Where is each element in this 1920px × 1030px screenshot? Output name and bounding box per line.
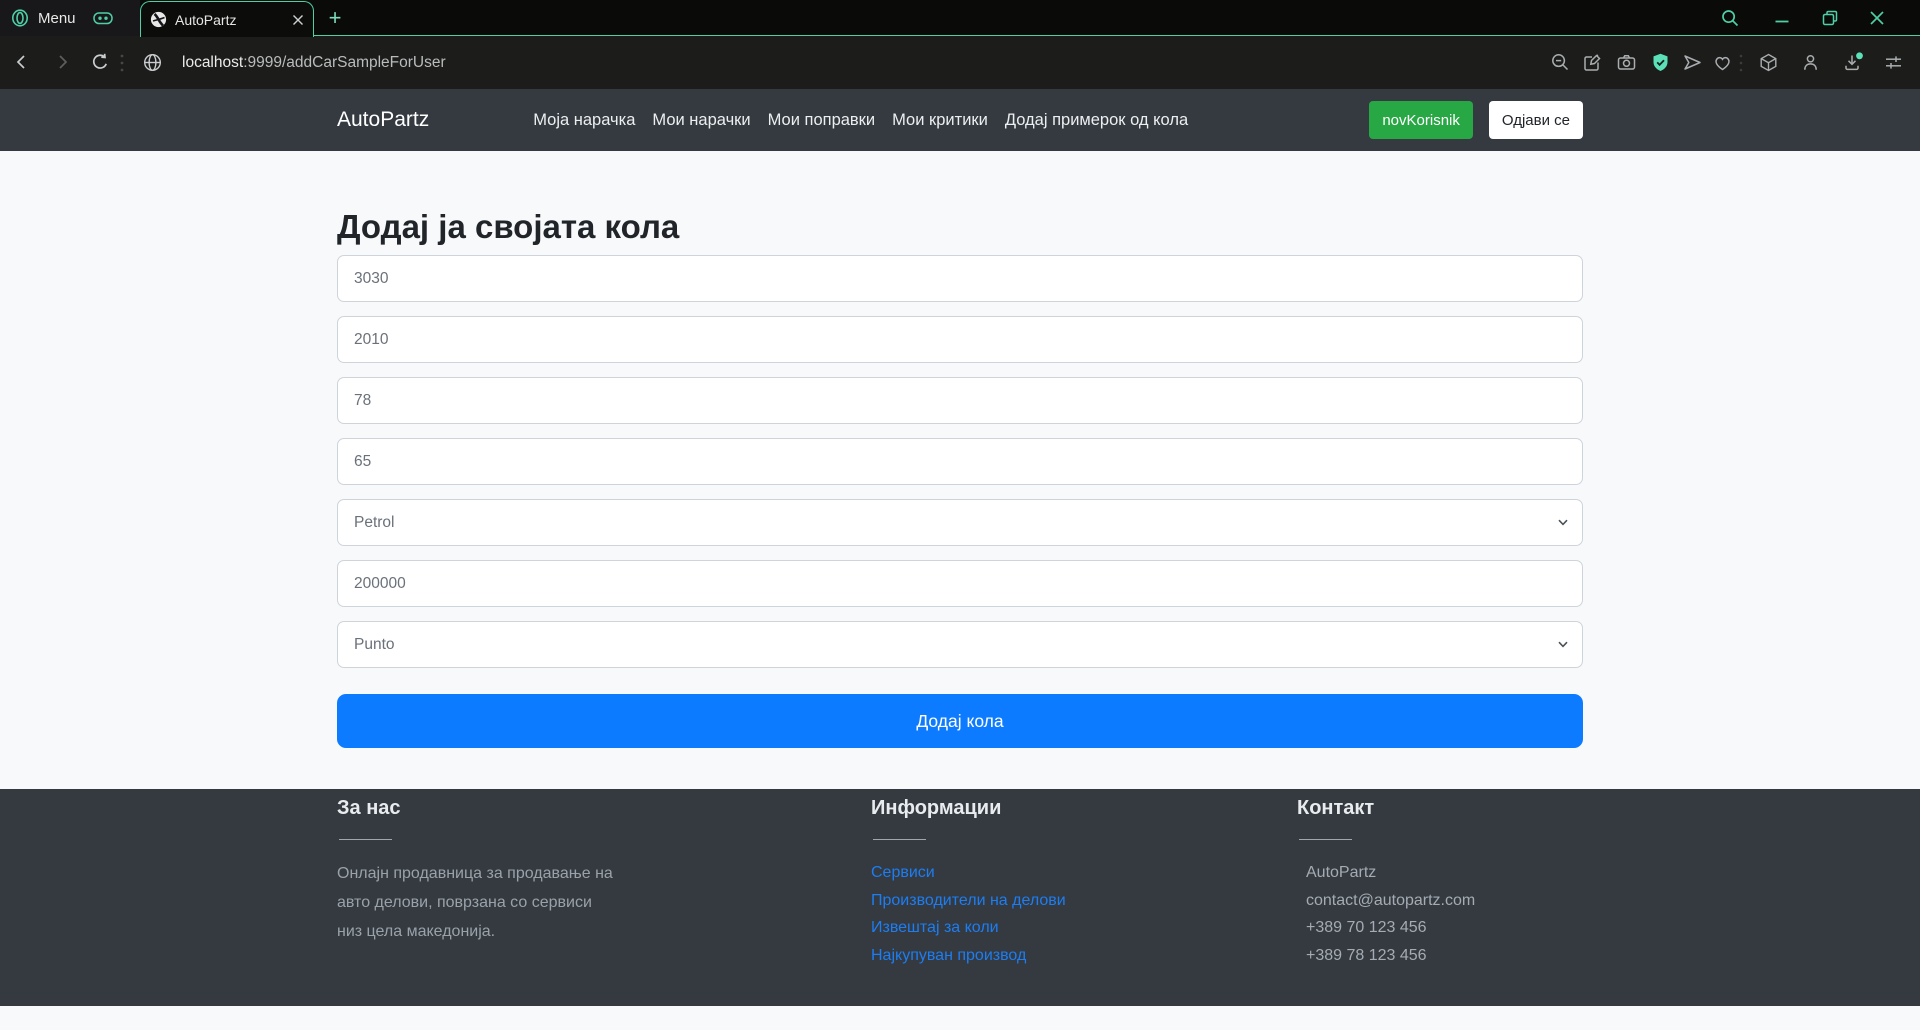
form-input-2[interactable] [337,316,1583,363]
footer-divider [339,839,392,840]
form-input-1[interactable] [337,255,1583,302]
window-close-icon[interactable] [1867,8,1887,28]
footer-info-links: Сервиси Производители на делови Извештај… [871,859,1086,969]
model-select[interactable]: Punto [337,621,1583,668]
page-title: Додај ја својата кола [337,208,1583,246]
window-search-icon[interactable] [1720,8,1740,28]
browser-menu-panel: Menu [0,0,140,36]
forward-icon[interactable] [52,52,72,72]
shield-check-icon[interactable] [1650,52,1671,73]
nav-link-dodaj-primerok[interactable]: Додај примерок од кола [1005,111,1188,130]
footer-link-najkupuvan[interactable]: Најкупуван производ [871,942,1086,970]
window-minimize-icon[interactable] [1772,8,1792,28]
footer-contact-column: Контакт AutoPartz contact@autopartz.com … [1297,797,1557,969]
tab-title: AutoPartz [175,12,292,28]
logout-button[interactable]: Одјави се [1489,101,1583,139]
add-car-form: Petrol Punto Додај кола [337,255,1583,748]
user-button[interactable]: novKorisnik [1369,101,1473,139]
bookmark-heart-icon[interactable] [1712,52,1733,73]
site-globe-icon[interactable] [142,52,163,73]
browser-menu-button[interactable]: Menu [10,8,76,28]
back-icon[interactable] [12,52,32,72]
nav-links: Моја нарачка Мои нарачки Мои поправки Мо… [533,111,1188,130]
footer-contact-email: contact@autopartz.com [1306,887,1557,915]
footer-contact-phone-1: +389 70 123 456 [1306,914,1557,942]
browser-address-bar: localhost:9999/addCarSampleForUser [0,36,1920,89]
nav-link-moi-popravki[interactable]: Мои поправки [768,111,876,130]
browser-tab-strip: Menu AutoPartz + [0,0,1920,36]
footer-link-servisi[interactable]: Сервиси [871,859,1086,887]
footer-about-column: За нас Онлајн продавница за продавање на… [337,797,637,946]
new-tab-button[interactable]: + [320,0,350,36]
browser-tab-autopartz[interactable]: AutoPartz [140,1,314,37]
extensions-cube-icon[interactable] [1758,52,1779,73]
footer-link-proizvoditeli[interactable]: Производители на делови [871,887,1086,915]
footer-contact-lines: AutoPartz contact@autopartz.com +389 70 … [1297,859,1557,969]
nav-link-moja-naracka[interactable]: Моја нарачка [533,111,635,130]
gx-gamepad-icon[interactable] [92,8,114,28]
nav-buttons: novKorisnik Одјави се [1369,101,1583,139]
easy-setup-sliders-icon[interactable] [1883,52,1904,73]
profile-icon[interactable] [1800,52,1821,73]
separator-dots-icon [1739,54,1743,72]
separator-dots-icon [120,54,124,72]
url-host: localhost [182,54,243,71]
fuel-select[interactable]: Petrol [337,499,1583,546]
footer-about-text: Онлајн продавница за продавање на авто д… [337,859,617,946]
footer-contact-name: AutoPartz [1306,859,1557,887]
form-input-4[interactable] [337,438,1583,485]
brand-link[interactable]: AutoPartz [337,108,429,132]
form-input-3[interactable] [337,377,1583,424]
footer-link-izvestaj[interactable]: Извештај за коли [871,914,1086,942]
zoom-out-icon[interactable] [1550,52,1571,73]
tab-favicon-globe-icon [150,11,167,28]
tab-close-icon[interactable] [292,14,304,26]
browser-menu-label: Menu [38,10,76,27]
form-input-5[interactable] [337,560,1583,607]
footer-info-title: Информации [871,797,1086,820]
reload-icon[interactable] [90,52,110,72]
window-maximize-icon[interactable] [1820,8,1840,28]
footer-divider [873,839,926,840]
footer-info-column: Информации Сервиси Производители на дело… [871,797,1086,969]
nav-link-moi-naracki[interactable]: Мои нарачки [652,111,750,130]
site-footer: За нас Онлајн продавница за продавање на… [0,789,1920,1006]
footer-about-title: За нас [337,797,637,820]
site-navbar: AutoPartz Моја нарачка Мои нарачки Мои п… [0,89,1920,151]
downloads-icon[interactable] [1842,52,1864,73]
snapshot-camera-icon[interactable] [1616,52,1637,73]
nav-link-moi-kritiki[interactable]: Мои критики [892,111,988,130]
main-content: Додај ја својата кола Petrol Punto [0,151,1920,789]
url-path: :9999/addCarSampleForUser [243,54,445,71]
footer-contact-phone-2: +389 78 123 456 [1306,942,1557,970]
footer-contact-title: Контакт [1297,797,1557,820]
footer-divider [1299,839,1352,840]
add-car-submit-button[interactable]: Додај кола [337,694,1583,748]
opera-logo-icon [10,8,30,28]
my-flow-icon[interactable] [1682,52,1703,73]
url-field[interactable]: localhost:9999/addCarSampleForUser [182,36,446,89]
pinboards-icon[interactable] [1582,52,1603,73]
